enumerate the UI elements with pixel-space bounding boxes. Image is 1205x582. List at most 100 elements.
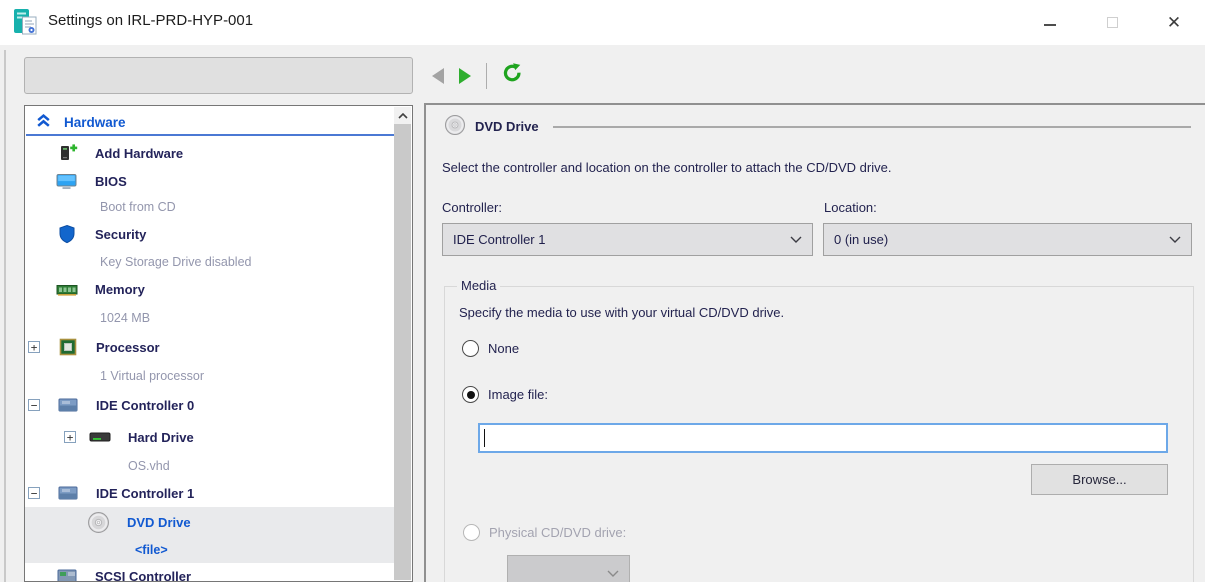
nav-toolbar bbox=[432, 57, 523, 94]
item-sublabel: <file> bbox=[135, 543, 168, 557]
image-path-input[interactable] bbox=[478, 423, 1168, 453]
radio-none-label: None bbox=[488, 341, 519, 356]
radio-image-circle[interactable] bbox=[462, 386, 479, 403]
hardware-tree-list: Hardware Add Hardware bbox=[25, 106, 396, 582]
refresh-button[interactable] bbox=[502, 63, 523, 89]
item-sublabel: Boot from CD bbox=[100, 200, 176, 214]
media-group-label: Media bbox=[457, 278, 500, 293]
item-label: IDE Controller 1 bbox=[96, 486, 194, 501]
radio-physical-drive: Physical CD/DVD drive: bbox=[463, 524, 626, 541]
sidebar-subitem-dvd-drive[interactable]: <file> bbox=[25, 537, 396, 563]
close-icon: ✕ bbox=[1167, 14, 1181, 31]
item-sublabel: 1024 MB bbox=[100, 311, 150, 325]
scrollbar-thumb[interactable] bbox=[394, 124, 411, 580]
minimize-icon bbox=[1044, 24, 1056, 26]
titlebar: Settings on IRL-PRD-HYP-001 ✕ bbox=[0, 0, 1205, 45]
memory-icon bbox=[55, 281, 79, 299]
maximize-button bbox=[1081, 0, 1143, 45]
item-label: BIOS bbox=[95, 174, 127, 189]
radio-none[interactable]: None bbox=[462, 340, 519, 357]
expander-icon[interactable]: − bbox=[28, 487, 40, 499]
minimize-button[interactable] bbox=[1019, 0, 1081, 45]
scroll-up-button[interactable] bbox=[394, 107, 411, 124]
back-button bbox=[432, 68, 444, 84]
window-edge-line bbox=[4, 50, 6, 582]
browse-button-label: Browse... bbox=[1072, 472, 1126, 487]
sidebar-subitem-memory: 1024 MB bbox=[25, 304, 396, 331]
expander-icon[interactable]: + bbox=[28, 341, 40, 353]
disc-icon bbox=[86, 511, 110, 534]
sidebar-subitem-security: Key Storage Drive disabled bbox=[25, 248, 396, 275]
item-sublabel: 1 Virtual processor bbox=[100, 369, 204, 383]
sidebar-item-processor[interactable]: + Processor bbox=[25, 331, 396, 363]
item-label: Security bbox=[95, 227, 146, 242]
sidebar-item-memory[interactable]: Memory bbox=[25, 275, 396, 304]
add-hardware-icon bbox=[55, 143, 79, 163]
settings-window: Settings on IRL-PRD-HYP-001 ✕ bbox=[0, 0, 1205, 582]
controller-label: Controller: bbox=[442, 200, 502, 215]
sidebar-scrollbar[interactable] bbox=[394, 107, 411, 580]
controller-select[interactable]: IDE Controller 1 bbox=[442, 223, 813, 256]
sidebar-item-add-hardware[interactable]: Add Hardware bbox=[25, 138, 396, 168]
sidebar-section-hardware[interactable]: Hardware bbox=[26, 110, 395, 136]
media-description: Specify the media to use with your virtu… bbox=[459, 305, 784, 320]
chevron-up-icon bbox=[398, 113, 408, 119]
refresh-icon bbox=[502, 63, 523, 89]
scsi-controller-icon bbox=[55, 567, 79, 582]
forward-icon bbox=[459, 68, 471, 84]
sidebar-selection: DVD Drive <file> bbox=[25, 507, 396, 563]
browse-button[interactable]: Browse... bbox=[1031, 464, 1168, 495]
vm-selector-combobox[interactable] bbox=[24, 57, 413, 94]
panel-header: DVD Drive bbox=[444, 114, 1191, 138]
sidebar-item-scsi-controller[interactable]: SCSI Controller bbox=[25, 563, 396, 582]
controller-value: IDE Controller 1 bbox=[453, 232, 790, 247]
back-icon bbox=[432, 68, 444, 84]
radio-physical-circle bbox=[463, 524, 480, 541]
sidebar-subitem-bios: Boot from CD bbox=[25, 194, 396, 220]
chevron-down-icon bbox=[1169, 236, 1181, 243]
radio-physical-label: Physical CD/DVD drive: bbox=[489, 525, 626, 540]
shield-icon bbox=[55, 224, 79, 245]
sidebar-item-security[interactable]: Security bbox=[25, 220, 396, 248]
item-label: Processor bbox=[96, 340, 160, 355]
item-label: Add Hardware bbox=[95, 146, 183, 161]
sidebar-item-ide-controller-1[interactable]: − IDE Controller 1 bbox=[25, 479, 396, 507]
text-caret bbox=[484, 429, 485, 447]
sidebar-item-ide-controller-0[interactable]: − IDE Controller 0 bbox=[25, 389, 396, 421]
chevron-down-icon bbox=[790, 236, 802, 243]
controller-icon bbox=[56, 484, 80, 502]
bios-icon bbox=[55, 172, 79, 191]
item-label: Memory bbox=[95, 282, 145, 297]
window-controls: ✕ bbox=[1019, 0, 1205, 45]
forward-button[interactable] bbox=[459, 68, 471, 84]
sidebar-subitem-hard-drive: OS.vhd bbox=[25, 453, 396, 479]
sidebar-item-bios[interactable]: BIOS bbox=[25, 168, 396, 194]
item-sublabel: OS.vhd bbox=[128, 459, 170, 473]
physical-drive-select bbox=[507, 555, 630, 582]
collapse-all-icon bbox=[35, 112, 52, 132]
expander-icon[interactable]: + bbox=[64, 431, 76, 443]
location-value: 0 (in use) bbox=[834, 232, 1169, 247]
radio-none-circle[interactable] bbox=[462, 340, 479, 357]
chevron-down-icon bbox=[607, 570, 619, 577]
disc-icon bbox=[444, 114, 466, 139]
sidebar-item-hard-drive[interactable]: + Hard Drive bbox=[25, 421, 396, 453]
item-label: IDE Controller 0 bbox=[96, 398, 194, 413]
radio-image-file[interactable]: Image file: bbox=[462, 386, 548, 403]
hyperv-settings-icon bbox=[13, 8, 39, 38]
item-label: Hard Drive bbox=[128, 430, 194, 445]
hard-drive-icon bbox=[88, 430, 112, 444]
item-label: SCSI Controller bbox=[95, 569, 191, 582]
hardware-tree: Hardware Add Hardware bbox=[24, 105, 413, 582]
section-label: Hardware bbox=[64, 115, 126, 130]
expander-icon[interactable]: − bbox=[28, 399, 40, 411]
sidebar-item-dvd-drive[interactable]: DVD Drive bbox=[25, 507, 396, 537]
location-label: Location: bbox=[824, 200, 877, 215]
close-button[interactable]: ✕ bbox=[1143, 0, 1205, 45]
header-rule bbox=[553, 126, 1191, 128]
location-select[interactable]: 0 (in use) bbox=[823, 223, 1192, 256]
radio-image-label: Image file: bbox=[488, 387, 548, 402]
panel-description: Select the controller and location on th… bbox=[442, 160, 1192, 175]
maximize-icon bbox=[1107, 17, 1118, 28]
image-path-wrap bbox=[478, 423, 1168, 453]
